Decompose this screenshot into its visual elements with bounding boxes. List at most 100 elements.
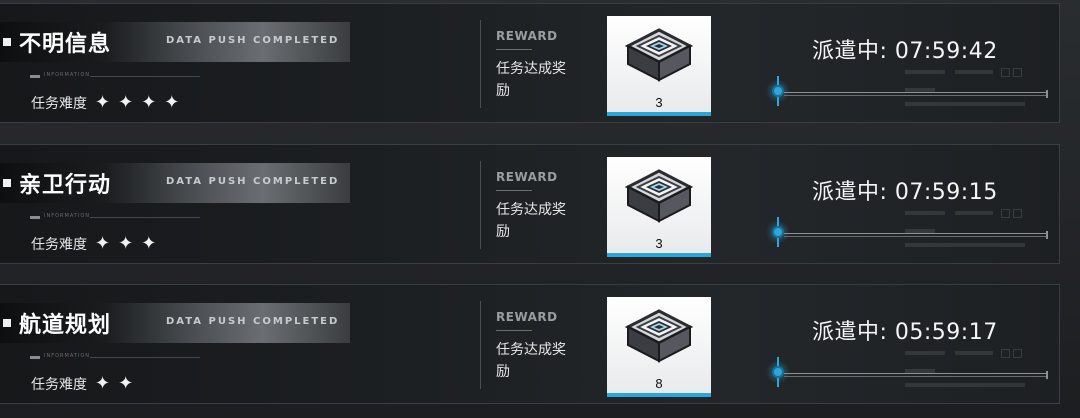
deco-row bbox=[905, 102, 1025, 106]
reward-item-card[interactable]: 3 bbox=[607, 157, 711, 257]
cube-module-icon bbox=[624, 309, 694, 363]
difficulty-row: 任务难度 ✦ ✦ bbox=[31, 373, 133, 395]
reward-description: 任务达成奖励 bbox=[496, 202, 566, 240]
star-icon: ✦ bbox=[164, 92, 180, 113]
reward-quantity: 8 bbox=[655, 376, 663, 391]
section-divider bbox=[480, 20, 481, 108]
mission-title-banner: 航道规划 DATA PUSH COMPLETED bbox=[0, 303, 350, 343]
dispatch-timer: 派遣中: 07:59:15 bbox=[812, 180, 998, 205]
reward-header: REWARD bbox=[496, 29, 558, 43]
difficulty-stars: ✦ ✦ ✦ bbox=[95, 235, 156, 253]
tech-decoration bbox=[905, 343, 1035, 399]
reward-underline bbox=[496, 49, 532, 50]
push-status-text: DATA PUSH COMPLETED bbox=[166, 176, 340, 187]
star-icon: ✦ bbox=[118, 92, 134, 113]
deco-row bbox=[905, 211, 945, 215]
reward-underline bbox=[496, 330, 532, 331]
deco-box bbox=[1013, 68, 1022, 77]
push-status-text: DATA PUSH COMPLETED bbox=[166, 35, 340, 46]
info-tick bbox=[30, 356, 40, 359]
star-icon: ✦ bbox=[95, 92, 111, 113]
deco-row bbox=[905, 243, 1025, 247]
deco-row bbox=[955, 70, 993, 74]
deco-box bbox=[1001, 349, 1010, 358]
mission-title-banner: 亲卫行动 DATA PUSH COMPLETED bbox=[0, 163, 350, 203]
reward-item-card[interactable]: 3 bbox=[607, 16, 711, 116]
reward-header: REWARD bbox=[496, 170, 558, 184]
reward-description: 任务达成奖励 bbox=[496, 61, 566, 99]
item-rarity-bar bbox=[607, 393, 711, 397]
deco-row bbox=[955, 351, 993, 355]
progress-node-icon bbox=[772, 85, 784, 97]
mission-title: 航道规划 bbox=[19, 313, 112, 338]
cube-module-icon bbox=[624, 169, 694, 223]
deco-box bbox=[1001, 68, 1010, 77]
square-bullet-icon bbox=[3, 179, 11, 187]
section-divider bbox=[480, 161, 481, 249]
info-bar: INFORMATION bbox=[30, 72, 340, 80]
star-icon: ✦ bbox=[141, 92, 157, 113]
dispatch-timer: 派遣中: 05:59:17 bbox=[812, 320, 998, 345]
deco-row bbox=[905, 383, 1025, 387]
deco-row bbox=[905, 351, 945, 355]
square-bullet-icon bbox=[3, 319, 11, 327]
mission-title-banner: 不明信息 DATA PUSH COMPLETED bbox=[0, 22, 350, 62]
tech-decoration bbox=[905, 203, 1035, 259]
progress-node-icon bbox=[772, 366, 784, 378]
difficulty-row: 任务难度 ✦ ✦ ✦ ✦ bbox=[31, 92, 179, 114]
mission-card[interactable]: 亲卫行动 DATA PUSH COMPLETED INFORMATION 任务难… bbox=[0, 144, 1060, 264]
deco-row bbox=[905, 369, 935, 373]
info-bar: INFORMATION bbox=[30, 353, 340, 361]
reward-description: 任务达成奖励 bbox=[496, 342, 566, 380]
reward-quantity: 3 bbox=[655, 236, 663, 251]
info-bar: INFORMATION bbox=[30, 213, 340, 221]
cube-module-icon bbox=[624, 28, 694, 82]
difficulty-stars: ✦ ✦ ✦ ✦ bbox=[95, 94, 179, 112]
star-icon: ✦ bbox=[118, 373, 134, 394]
progress-node-icon bbox=[772, 226, 784, 238]
deco-row bbox=[905, 88, 935, 92]
timeline-end-cap bbox=[1046, 371, 1048, 379]
info-line bbox=[90, 217, 200, 218]
item-rarity-bar bbox=[607, 253, 711, 257]
mission-card[interactable]: 航道规划 DATA PUSH COMPLETED INFORMATION 任务难… bbox=[0, 284, 1060, 404]
mission-title: 亲卫行动 bbox=[19, 173, 112, 198]
deco-box bbox=[1001, 209, 1010, 218]
info-line bbox=[90, 357, 200, 358]
star-icon: ✦ bbox=[141, 233, 157, 254]
deco-box bbox=[1013, 209, 1022, 218]
section-divider bbox=[480, 301, 481, 389]
info-label: INFORMATION bbox=[44, 213, 91, 219]
mission-title: 不明信息 bbox=[19, 32, 112, 57]
difficulty-label: 任务难度 bbox=[31, 377, 87, 393]
timeline-end-cap bbox=[1046, 90, 1048, 98]
reward-header: REWARD bbox=[496, 310, 558, 324]
mission-list: 不明信息 DATA PUSH COMPLETED INFORMATION 任务难… bbox=[0, 0, 1080, 418]
star-icon: ✦ bbox=[118, 233, 134, 254]
difficulty-label: 任务难度 bbox=[31, 96, 87, 112]
info-tick bbox=[30, 216, 40, 219]
push-status-text: DATA PUSH COMPLETED bbox=[166, 316, 340, 327]
mission-card[interactable]: 不明信息 DATA PUSH COMPLETED INFORMATION 任务难… bbox=[0, 3, 1060, 123]
tech-decoration bbox=[905, 62, 1035, 118]
info-line bbox=[90, 76, 200, 77]
reward-item-card[interactable]: 8 bbox=[607, 297, 711, 397]
deco-box bbox=[1013, 349, 1022, 358]
difficulty-label: 任务难度 bbox=[31, 237, 87, 253]
star-icon: ✦ bbox=[95, 233, 111, 254]
difficulty-row: 任务难度 ✦ ✦ ✦ bbox=[31, 233, 156, 255]
info-label: INFORMATION bbox=[44, 72, 91, 78]
reward-underline bbox=[496, 190, 532, 191]
deco-row bbox=[955, 211, 993, 215]
item-rarity-bar bbox=[607, 112, 711, 116]
reward-quantity: 3 bbox=[655, 95, 663, 110]
timeline-end-cap bbox=[1046, 231, 1048, 239]
dispatch-timer: 派遣中: 07:59:42 bbox=[812, 39, 998, 64]
square-bullet-icon bbox=[3, 38, 11, 46]
deco-row bbox=[905, 229, 935, 233]
star-icon: ✦ bbox=[95, 373, 111, 394]
info-label: INFORMATION bbox=[44, 353, 91, 359]
info-tick bbox=[30, 75, 40, 78]
difficulty-stars: ✦ ✦ bbox=[95, 375, 133, 393]
deco-row bbox=[905, 70, 945, 74]
